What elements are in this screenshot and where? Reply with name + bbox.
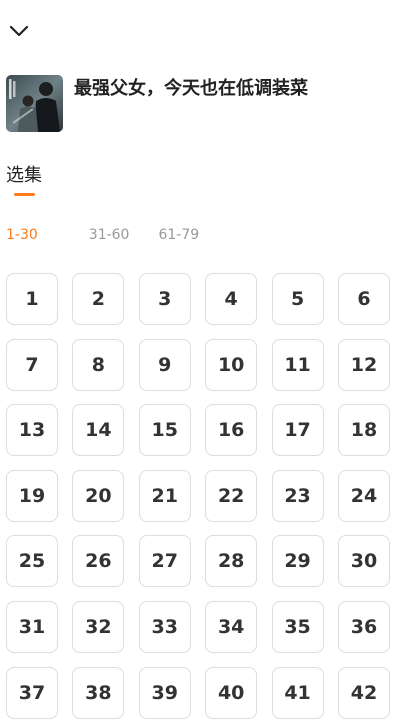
section-title-underline <box>14 193 35 196</box>
episode-button[interactable]: 40 <box>205 666 258 719</box>
episode-button[interactable]: 15 <box>138 404 191 457</box>
episode-button[interactable]: 17 <box>271 404 324 457</box>
episode-button[interactable]: 3 <box>138 273 191 325</box>
episode-button[interactable]: 34 <box>205 600 258 653</box>
episode-button[interactable]: 5 <box>271 273 324 325</box>
episode-button[interactable]: 11 <box>271 338 324 391</box>
episode-button[interactable]: 21 <box>138 469 191 522</box>
chevron-down-icon <box>9 25 29 37</box>
episode-button[interactable]: 7 <box>6 338 58 391</box>
episode-button[interactable]: 37 <box>6 666 58 719</box>
episode-button[interactable]: 30 <box>337 535 390 588</box>
episode-button[interactable]: 41 <box>271 666 324 719</box>
episode-button[interactable]: 19 <box>6 469 58 522</box>
episode-button[interactable]: 32 <box>72 600 125 653</box>
episode-button[interactable]: 8 <box>72 338 125 391</box>
episode-button[interactable]: 16 <box>205 404 258 457</box>
episode-button[interactable]: 27 <box>138 535 191 588</box>
range-tab-61-79[interactable]: 61-79 <box>158 226 199 244</box>
episode-button[interactable]: 1 <box>6 273 58 325</box>
range-tab-31-60[interactable]: 31-60 <box>89 226 130 244</box>
episode-button[interactable]: 23 <box>271 469 324 522</box>
episode-grid: 1 2 3 4 5 6 7 8 9 10 11 12 13 14 15 16 1… <box>6 273 390 719</box>
episode-button[interactable]: 25 <box>6 535 58 588</box>
episode-button[interactable]: 36 <box>337 600 390 653</box>
episode-button[interactable]: 18 <box>337 404 390 457</box>
show-poster <box>6 75 63 132</box>
collapse-button[interactable] <box>4 16 34 46</box>
episode-button[interactable]: 31 <box>6 600 58 653</box>
episode-button[interactable]: 39 <box>138 666 191 719</box>
episode-button[interactable]: 33 <box>138 600 191 653</box>
episode-button[interactable]: 4 <box>205 273 258 325</box>
episode-button[interactable]: 38 <box>72 666 125 719</box>
episode-button[interactable]: 26 <box>72 535 125 588</box>
episode-button[interactable]: 35 <box>271 600 324 653</box>
episode-button[interactable]: 20 <box>72 469 125 522</box>
episode-button[interactable]: 42 <box>337 666 390 719</box>
episode-range-tabs: 1-30 31-60 61-79 <box>6 226 228 244</box>
episode-button[interactable]: 10 <box>205 338 258 391</box>
episode-button[interactable]: 22 <box>205 469 258 522</box>
episodes-section-title: 选集 <box>6 165 42 186</box>
episode-button[interactable]: 29 <box>271 535 324 588</box>
episode-button[interactable]: 2 <box>72 273 125 325</box>
episode-button[interactable]: 9 <box>138 338 191 391</box>
range-tab-1-30[interactable]: 1-30 <box>6 226 38 244</box>
episode-button[interactable]: 24 <box>337 469 390 522</box>
episode-button[interactable]: 14 <box>72 404 125 457</box>
episode-button[interactable]: 6 <box>337 273 390 325</box>
show-title: 最强父女，今天也在低调装菜 <box>74 78 308 99</box>
episode-button[interactable]: 13 <box>6 404 58 457</box>
episode-button[interactable]: 28 <box>205 535 258 588</box>
show-header: 最强父女，今天也在低调装菜 <box>6 75 308 132</box>
episode-button[interactable]: 12 <box>337 338 390 391</box>
